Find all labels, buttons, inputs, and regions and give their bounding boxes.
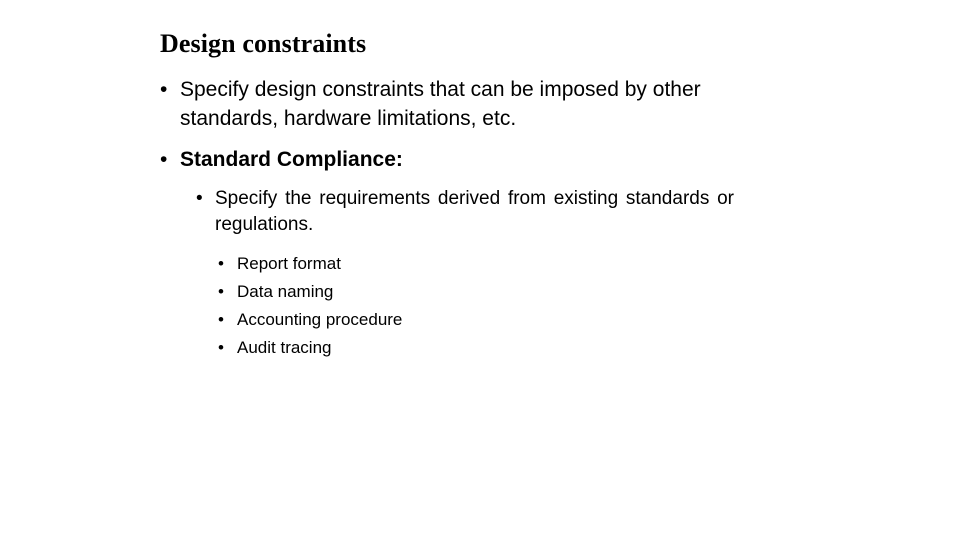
bullet-icon: • [160,75,180,104]
list-item-text: Audit tracing [237,334,800,362]
bullet-icon: • [218,306,237,334]
list-item-text: Specify the requirements derived from ex… [215,186,734,238]
list-item-level1: • Standard Compliance: [160,145,800,174]
slide-body: • Specify design constraints that can be… [160,75,800,362]
spacer [160,133,800,145]
list-item-level2: • Specify the requirements derived from … [196,186,800,238]
list-item-level3: • Accounting procedure [218,306,800,334]
list-item-text: Accounting procedure [237,306,800,334]
list-item-level1: • Specify design constraints that can be… [160,75,800,133]
list-item-level3: • Data naming [218,278,800,306]
page-title: Design constraints [160,28,366,60]
list-level3-group: • Report format • Data naming • Accounti… [160,250,800,362]
list-item-level3: • Report format [218,250,800,278]
bullet-icon: • [218,250,237,278]
bullet-icon: • [218,278,237,306]
spacer [160,174,800,186]
bullet-icon: • [218,334,237,362]
list-item-text: Specify design constraints that can be i… [180,75,742,133]
bullet-icon: • [160,145,180,174]
list-item-text: Standard Compliance: [180,145,742,174]
slide-canvas: Design constraints • Specify design cons… [0,0,960,540]
list-item-level3: • Audit tracing [218,334,800,362]
list-item-text: Data naming [237,278,800,306]
bullet-icon: • [196,186,215,212]
list-item-text: Report format [237,250,800,278]
